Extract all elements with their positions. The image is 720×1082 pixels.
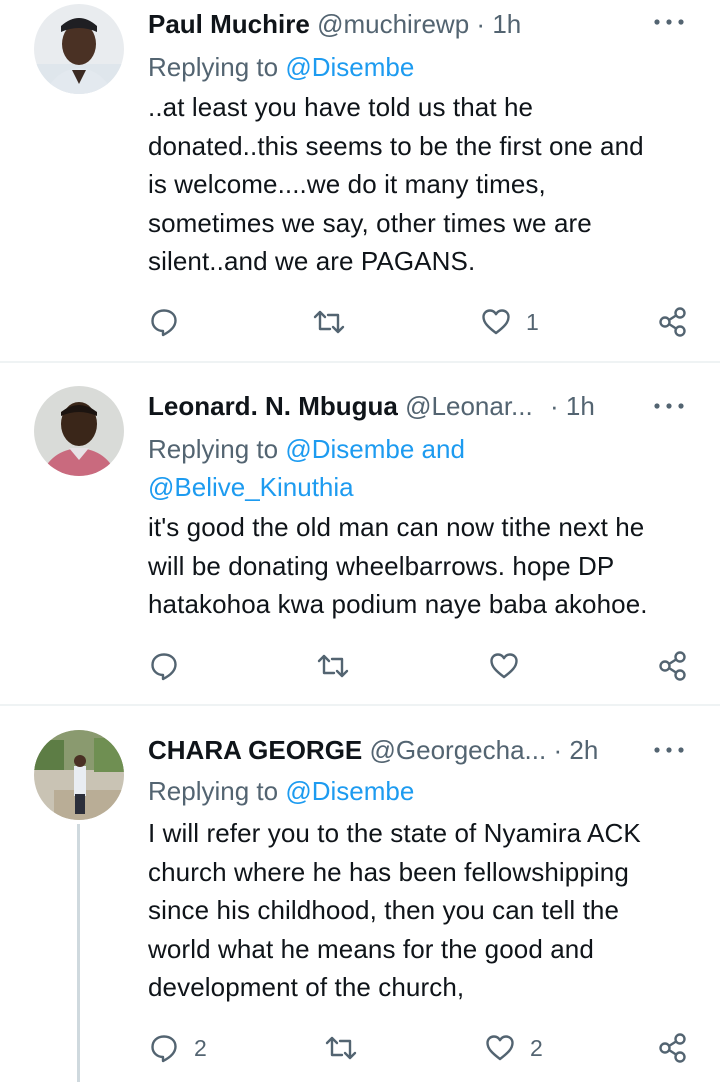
retweet-icon: [317, 654, 349, 678]
reply-button[interactable]: 2: [148, 1028, 207, 1068]
more-options-button[interactable]: [652, 396, 686, 416]
tweet-text-line: will be donating wheelbarrows. hope DP: [148, 550, 615, 581]
more-options-icon: [654, 19, 684, 25]
replying-to: Replying to @Disembe: [148, 772, 690, 810]
tweet-header: Paul Muchire @muchirewp · 1h: [148, 2, 720, 46]
more-options-icon: [654, 403, 684, 409]
mention-link[interactable]: @Belive_Kinuthia: [148, 468, 690, 506]
tweet-header: CHARA GEORGE @Georgecha... · 2h: [148, 728, 720, 772]
separator-dot: ·: [549, 391, 559, 421]
more-options-icon: [654, 747, 684, 753]
tweet-header: Leonard. N. Mbugua @Leonar... · 1h: [148, 384, 720, 428]
heart-icon: [486, 1035, 514, 1061]
mention-link[interactable]: @Disembe and: [285, 434, 465, 464]
mention-link[interactable]: @Disembe: [285, 776, 414, 806]
user-handle[interactable]: @muchirewp: [317, 9, 469, 39]
retweet-button[interactable]: [316, 646, 350, 686]
tweet-actions: 1: [0, 302, 720, 342]
like-button[interactable]: 2: [484, 1028, 543, 1068]
share-icon: [659, 307, 686, 337]
tweet-text: it's good the old man can now tithe next…: [148, 508, 692, 624]
heart-icon: [490, 653, 518, 679]
avatar[interactable]: [34, 386, 124, 476]
display-name[interactable]: CHARA GEORGE: [148, 735, 362, 765]
tweet-text: ..at least you have told us that he dona…: [148, 88, 692, 281]
reply-button[interactable]: [148, 646, 180, 686]
tweet-3[interactable]: CHARA GEORGE @Georgecha... · 2h Replying…: [0, 728, 720, 1082]
share-button[interactable]: [656, 302, 690, 342]
tweet-text-line: church where he has been fellowshipping: [148, 856, 629, 887]
replying-to: Replying to @Disembe: [148, 48, 690, 86]
retweet-button[interactable]: [324, 1028, 358, 1068]
tweet-text-line: sometimes we say, other times we are: [148, 207, 592, 238]
reply-icon: [151, 1035, 177, 1063]
tweet-text-line: donated..this seems to be the first one …: [148, 130, 644, 161]
retweet-icon: [313, 310, 345, 334]
tweet-actions: [0, 646, 720, 686]
reply-count: 2: [194, 1034, 207, 1061]
mention-link[interactable]: @Disembe: [285, 52, 414, 82]
tweet-text-line: hatakohoa kwa podium naye baba akohoe.: [148, 589, 648, 619]
separator-dot: ·: [476, 9, 486, 39]
retweet-icon: [325, 1036, 357, 1060]
divider: [0, 704, 720, 706]
avatar[interactable]: [34, 730, 124, 820]
heart-icon: [482, 309, 510, 335]
display-name[interactable]: Leonard. N. Mbugua: [148, 391, 398, 421]
replying-to-label: Replying to: [148, 776, 286, 806]
tweet-text-line: silent..and we are PAGANS.: [148, 246, 476, 276]
tweet-1[interactable]: Paul Muchire @muchirewp · 1h Replying to…: [0, 0, 720, 360]
share-icon: [659, 651, 686, 681]
retweet-button[interactable]: [312, 302, 346, 342]
tweet-actions: 2 2: [0, 1028, 720, 1068]
replying-to-label: Replying to: [148, 434, 286, 464]
user-handle[interactable]: @Georgecha...: [370, 735, 547, 765]
like-button[interactable]: 1: [480, 302, 539, 342]
like-button[interactable]: [488, 646, 520, 686]
like-count: 2: [530, 1034, 543, 1061]
timestamp[interactable]: 1h: [566, 391, 595, 421]
avatar[interactable]: [34, 4, 124, 94]
share-button[interactable]: [656, 1028, 690, 1068]
tweet-text-line: development of the church,: [148, 972, 465, 1002]
tweet-text-line: ..at least you have told us that he: [148, 92, 534, 122]
replying-to: Replying to @Disembe and @Belive_Kinuthi…: [148, 430, 690, 506]
more-options-button[interactable]: [652, 12, 686, 32]
tweet-text-line: it's good the old man can now tithe next…: [148, 512, 645, 542]
share-button[interactable]: [656, 646, 690, 686]
separator-dot: ·: [553, 735, 563, 765]
reply-icon: [151, 309, 177, 337]
tweet-text-line: is welcome....we do it many times,: [148, 169, 546, 199]
replying-to-label: Replying to: [148, 52, 286, 82]
timestamp[interactable]: 2h: [569, 735, 598, 765]
reply-icon: [151, 653, 177, 681]
user-handle[interactable]: @Leonar...: [405, 391, 533, 421]
tweet-text-line: since his childhood, then you can tell t…: [148, 895, 620, 925]
divider: [0, 361, 720, 363]
share-icon: [659, 1033, 686, 1063]
tweet-text-line: I will refer you to the state of Nyamira…: [148, 818, 641, 848]
timestamp[interactable]: 1h: [492, 9, 521, 39]
tweet-text-line: world what he means for the good and: [148, 933, 594, 964]
tweet-2[interactable]: Leonard. N. Mbugua @Leonar... · 1h Reply…: [0, 384, 720, 704]
more-options-button[interactable]: [652, 740, 686, 760]
tweet-text: I will refer you to the state of Nyamira…: [148, 814, 692, 1007]
display-name[interactable]: Paul Muchire: [148, 9, 310, 39]
like-count: 1: [526, 308, 539, 335]
reply-button[interactable]: [148, 302, 180, 342]
